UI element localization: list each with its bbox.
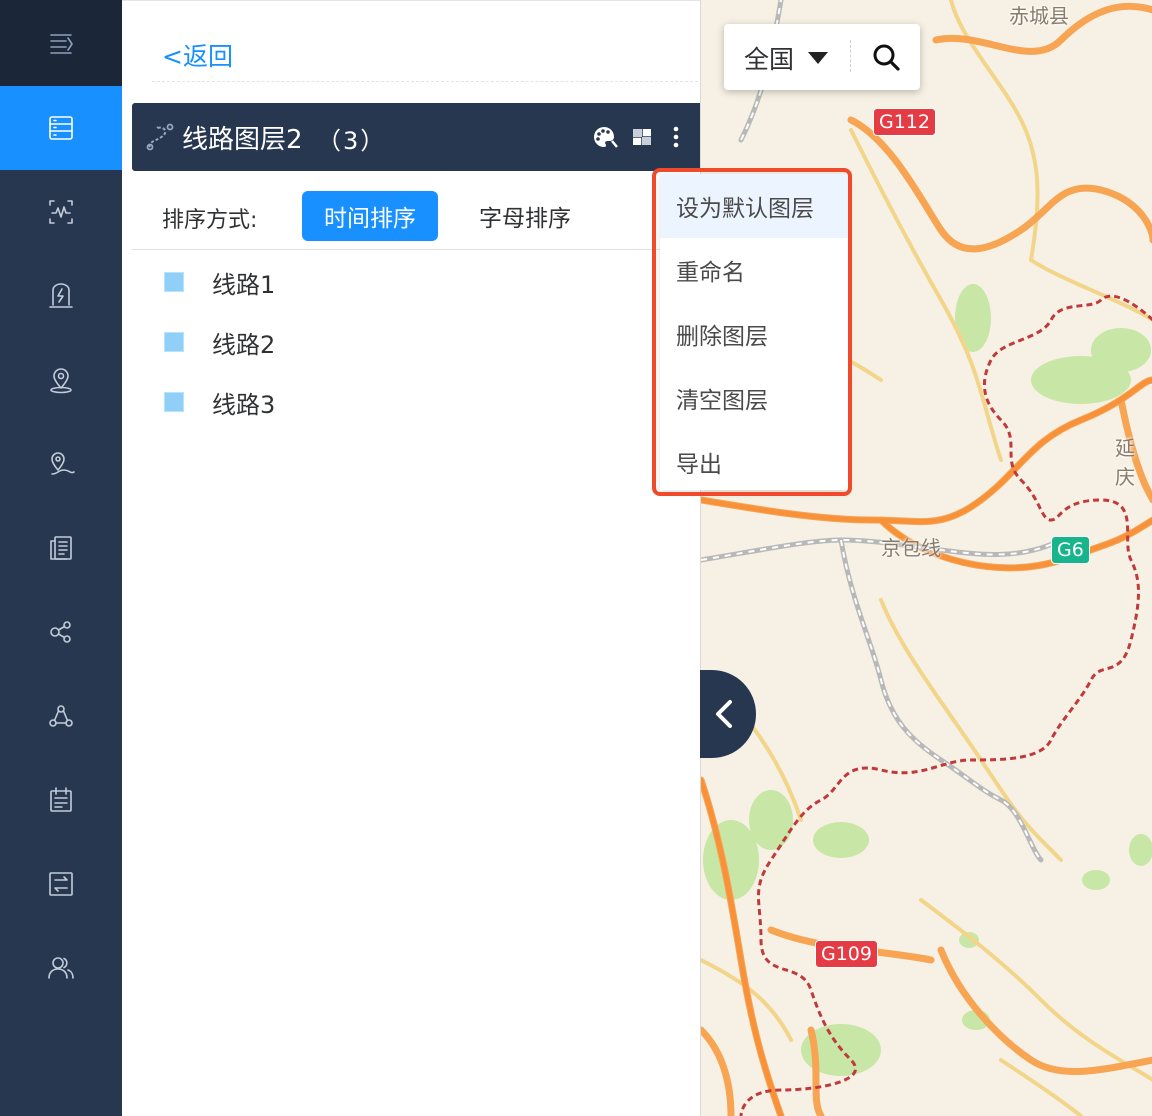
- left-nav: [0, 0, 122, 1116]
- list-item[interactable]: 线路2: [162, 321, 642, 365]
- route-color-swatch: [164, 272, 184, 292]
- nav-item-route-pin[interactable]: [0, 422, 122, 506]
- layers-list-icon: [49, 116, 73, 140]
- nav-item-track-analysis[interactable]: [0, 170, 122, 254]
- map-label-town: 赤城县: [1009, 4, 1069, 28]
- route-pin-icon: [51, 452, 75, 475]
- search-icon[interactable]: [870, 41, 902, 73]
- map-label-town: 延庆: [1115, 436, 1135, 489]
- nav-item-calendar[interactable]: [0, 758, 122, 842]
- sort-by-alpha-button[interactable]: 字母排序: [462, 191, 588, 241]
- nav-item-power-device[interactable]: [0, 254, 122, 338]
- region-search-box: 全国: [724, 24, 920, 90]
- road-shield: G109: [815, 940, 878, 968]
- more-options-icon[interactable]: [662, 123, 690, 151]
- route-name: 线路3: [212, 391, 276, 419]
- users-icon: [48, 957, 74, 979]
- sort-by-time-button[interactable]: 时间排序: [302, 191, 438, 241]
- route-name: 线路1: [212, 271, 276, 299]
- nav-item-users[interactable]: [0, 926, 122, 1010]
- divider: [152, 81, 698, 82]
- divider: [850, 40, 851, 72]
- map-label-railway: 京包线: [881, 536, 941, 560]
- transfer-icon: [49, 872, 73, 896]
- list-item[interactable]: 线路1: [162, 261, 642, 305]
- list-item[interactable]: 线路3: [162, 381, 642, 425]
- track-analysis-icon: [49, 200, 73, 224]
- chevron-left-icon: [716, 700, 732, 728]
- region-select[interactable]: 全国: [744, 40, 794, 76]
- layer-panel: <返回 线路图层2 （3） 排序方式: 时间排序 字母排序 线路1 线路2 线路…: [122, 0, 700, 1116]
- calendar-icon: [50, 787, 72, 812]
- road-shield: G112: [873, 108, 936, 136]
- divider: [132, 249, 700, 250]
- route-color-swatch: [164, 392, 184, 412]
- sort-label: 排序方式:: [162, 208, 258, 233]
- route-line-icon: [146, 123, 174, 151]
- location-pin-icon: [50, 368, 72, 394]
- menu-collapse-icon: [50, 34, 73, 54]
- cluster-icon: [49, 705, 73, 727]
- document-list-icon: [50, 536, 72, 560]
- nav-item-share[interactable]: [0, 590, 122, 674]
- caret-down-icon[interactable]: [808, 52, 828, 64]
- power-device-icon: [49, 283, 73, 308]
- nav-item-documents[interactable]: [0, 506, 122, 590]
- nav-item-layers[interactable]: [0, 86, 122, 170]
- layer-header: 线路图层2 （3）: [132, 103, 700, 171]
- layer-title: 线路图层2: [182, 125, 303, 155]
- menu-highlight-outline: [652, 168, 852, 496]
- grid-view-icon[interactable]: [628, 123, 656, 151]
- route-color-swatch: [164, 332, 184, 352]
- share-nodes-icon: [50, 621, 71, 643]
- palette-icon[interactable]: [590, 123, 618, 151]
- nav-item-transfer[interactable]: [0, 842, 122, 926]
- route-name: 线路2: [212, 331, 276, 359]
- road-shield: G6: [1051, 536, 1090, 564]
- nav-item-location[interactable]: [0, 338, 122, 422]
- nav-item-cluster[interactable]: [0, 674, 122, 758]
- back-link[interactable]: <返回: [162, 37, 233, 73]
- menu-toggle-button[interactable]: [0, 0, 122, 86]
- layer-count: （3）: [317, 127, 387, 155]
